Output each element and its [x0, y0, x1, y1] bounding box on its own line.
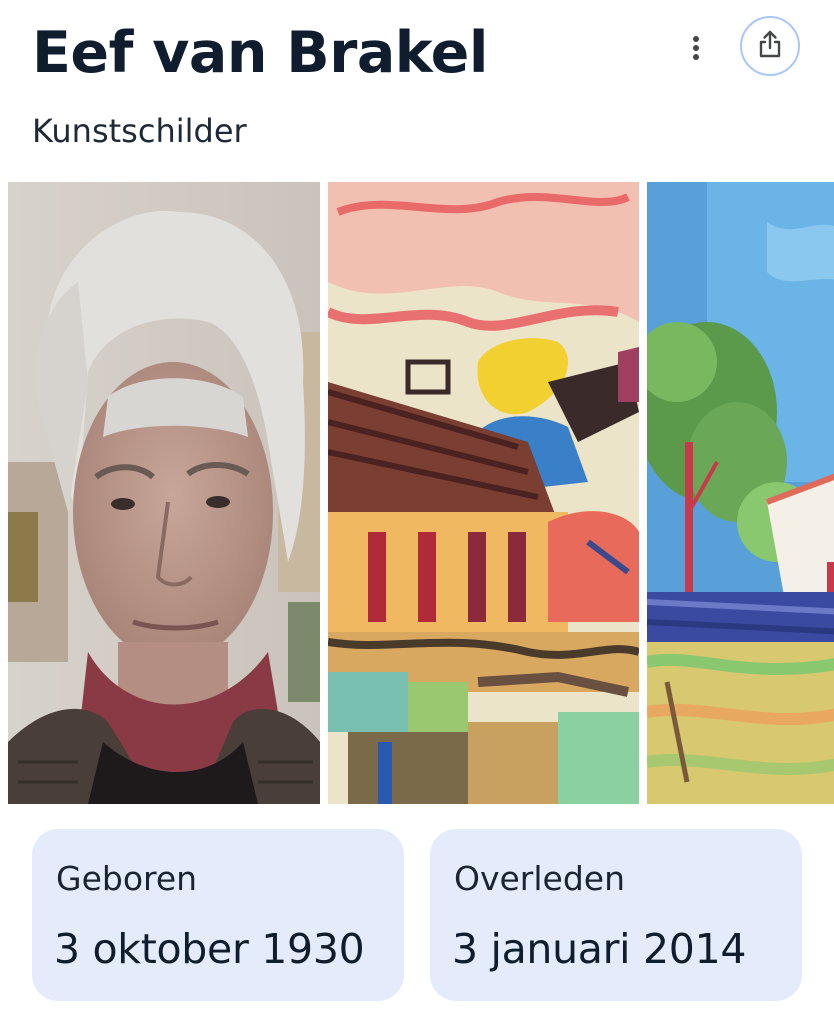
share-icon [757, 29, 783, 63]
image-gallery[interactable] [8, 182, 834, 804]
page-subtitle: Kunstschilder [32, 112, 247, 150]
page-title: Eef van Brakel [32, 20, 488, 86]
gallery-image-portrait[interactable] [8, 182, 320, 804]
gallery-image-painting-1[interactable] [328, 182, 639, 804]
fact-value: 3 oktober 1930 [54, 925, 365, 973]
more-options-button[interactable] [676, 26, 716, 74]
fact-label: Geboren [56, 859, 198, 898]
fact-card-died[interactable]: Overleden 3 januari 2014 [430, 829, 802, 1001]
fact-value: 3 januari 2014 [452, 925, 747, 973]
gallery-image-painting-2[interactable] [647, 182, 834, 804]
fact-card-born[interactable]: Geboren 3 oktober 1930 [32, 829, 404, 1001]
more-vert-icon [692, 35, 700, 65]
share-button[interactable] [740, 16, 800, 76]
fact-label: Overleden [454, 859, 626, 898]
